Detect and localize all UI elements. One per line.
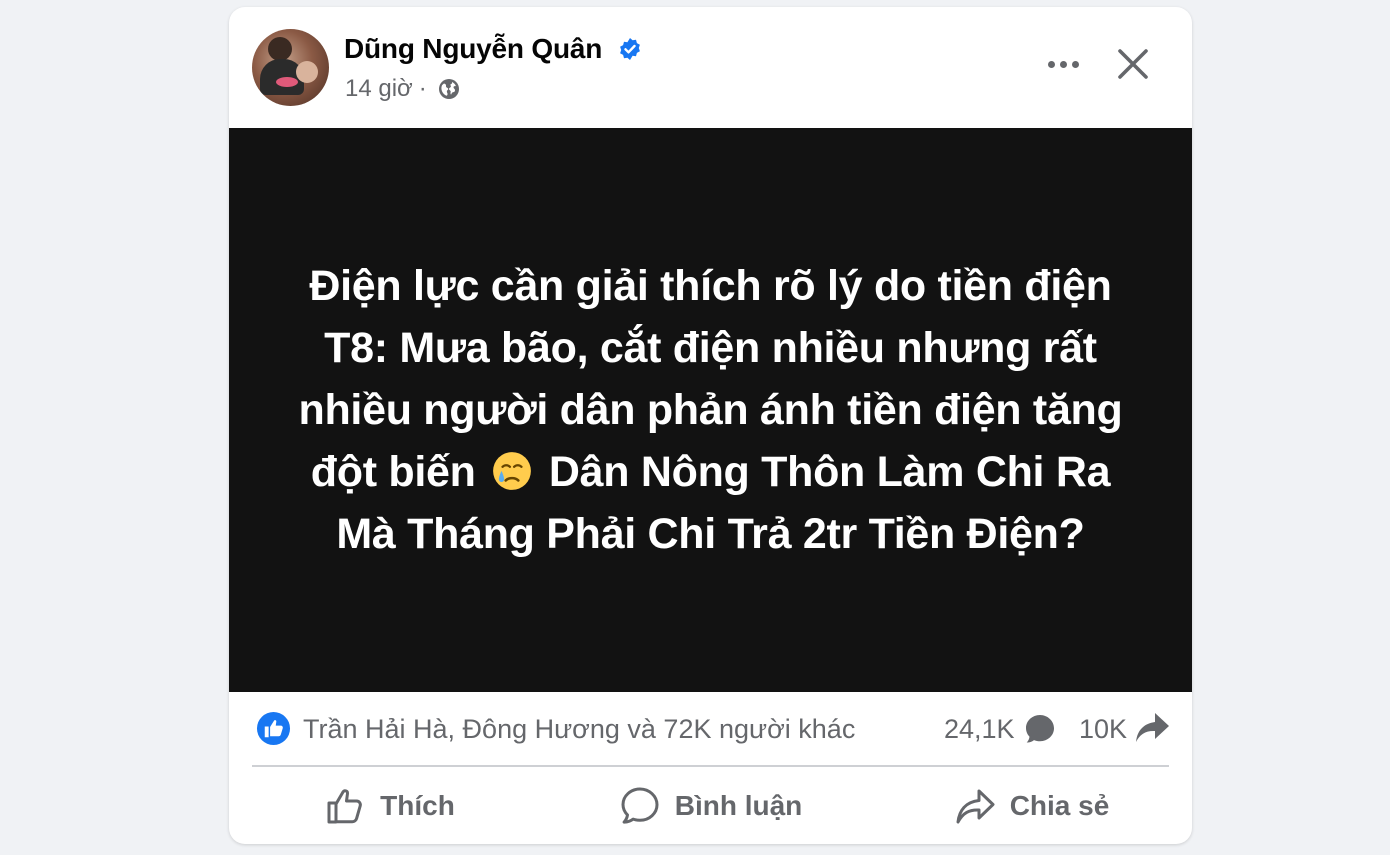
- share-label: Chia sẻ: [1009, 789, 1110, 821]
- thumbs-up-icon: [327, 788, 363, 823]
- reaction-bar: Trần Hải Hà, Đông Hương và 72K người khá…: [229, 692, 1192, 767]
- post-text-image[interactable]: Điện lực cần giải thích rõ lý do tiền đi…: [229, 128, 1192, 692]
- post-meta: 14 giờ ·: [345, 75, 461, 103]
- avatar[interactable]: [252, 29, 329, 106]
- like-reaction-icon[interactable]: [256, 711, 291, 746]
- share-icon: [956, 789, 995, 823]
- comment-button[interactable]: Bình luận: [550, 767, 871, 844]
- comment-icon: [621, 787, 659, 824]
- post-card: Dũng Nguyễn Quân 14 giờ · Điện lực cần g…: [229, 7, 1192, 844]
- share-button[interactable]: Chia sẻ: [871, 767, 1192, 844]
- share-count[interactable]: 10K: [1079, 714, 1127, 745]
- comment-count-icon[interactable]: [1024, 713, 1056, 745]
- comment-count[interactable]: 24,1K: [944, 714, 1015, 745]
- comment-label: Bình luận: [674, 789, 803, 821]
- reactors-text[interactable]: Trần Hải Hà, Đông Hương và 72K người khá…: [303, 714, 855, 745]
- post-actions: Thích Bình luận Chia sẻ: [229, 767, 1192, 844]
- meta-separator: ·: [418, 75, 427, 102]
- like-label: Thích: [380, 789, 455, 821]
- globe-icon: [438, 79, 459, 99]
- like-button[interactable]: Thích: [229, 767, 550, 844]
- post-header: Dũng Nguyễn Quân 14 giờ ·: [229, 7, 1192, 128]
- close-icon[interactable]: [1111, 42, 1155, 86]
- crying-face-icon: [493, 452, 532, 490]
- more-options-icon[interactable]: [1035, 47, 1091, 81]
- verified-badge-icon: [620, 38, 640, 60]
- author-name[interactable]: Dũng Nguyễn Quân: [344, 33, 602, 65]
- post-time[interactable]: 14 giờ: [345, 75, 413, 103]
- share-count-icon[interactable]: [1134, 711, 1170, 745]
- post-text: Điện lực cần giải thích rõ lý do tiền đi…: [281, 255, 1141, 565]
